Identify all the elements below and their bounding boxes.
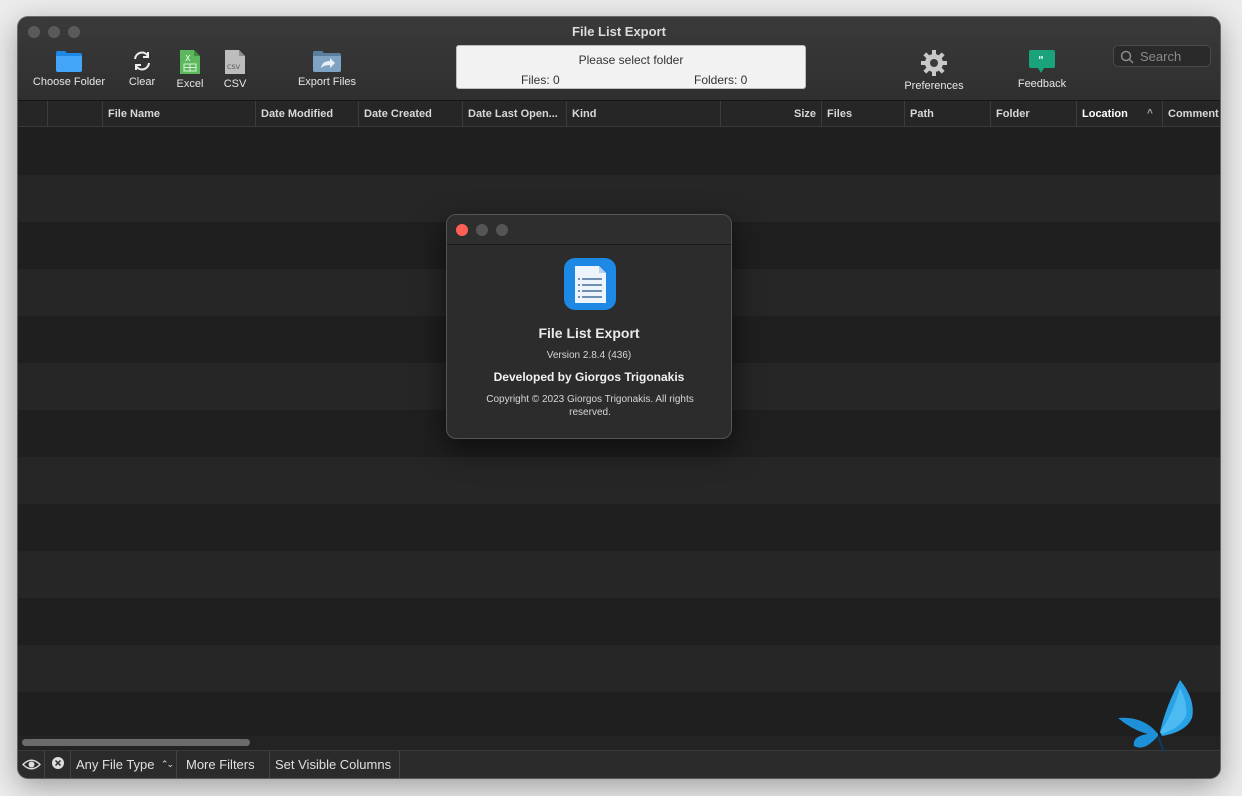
eye-icon bbox=[22, 759, 41, 770]
about-developer: Developed by Giorgos Trigonakis bbox=[493, 370, 685, 384]
folder-icon bbox=[56, 51, 82, 72]
csv-label: CSV bbox=[223, 78, 247, 90]
csv-icon-text: CSV bbox=[227, 63, 241, 71]
search-icon bbox=[1120, 50, 1134, 64]
window-title: File List Export bbox=[572, 24, 666, 39]
clear-button[interactable]: Clear bbox=[124, 49, 160, 88]
about-dialog-titlebar bbox=[447, 215, 731, 245]
more-filters-button[interactable]: More Filters bbox=[177, 751, 270, 778]
gear-icon bbox=[921, 50, 947, 76]
column-size[interactable]: Size bbox=[720, 101, 821, 127]
table-row bbox=[18, 504, 1220, 551]
table-row bbox=[18, 128, 1220, 175]
export-files-button[interactable]: Export Files bbox=[294, 49, 360, 88]
csv-button[interactable]: CSV CSV bbox=[218, 49, 252, 90]
excel-icon-text: X bbox=[185, 54, 191, 63]
column-date-modified[interactable]: Date Modified bbox=[255, 101, 358, 127]
table-row bbox=[18, 551, 1220, 598]
toolbar: File List Export Choose Folder Clear X E… bbox=[18, 17, 1220, 101]
sort-indicator-icon: ^ bbox=[1147, 108, 1153, 119]
table-row bbox=[18, 692, 1220, 739]
excel-file-icon: X bbox=[180, 50, 200, 74]
about-version: Version 2.8.4 (436) bbox=[546, 350, 632, 361]
status-message: Please select folder bbox=[578, 53, 684, 67]
close-circle-icon bbox=[52, 757, 64, 769]
folders-count: Folders: 0 bbox=[694, 73, 748, 87]
excel-label: Excel bbox=[176, 78, 204, 90]
about-minimize-button bbox=[476, 224, 488, 236]
column-path[interactable]: Path bbox=[904, 101, 990, 127]
preferences-label: Preferences bbox=[904, 80, 964, 92]
choose-folder-label: Choose Folder bbox=[32, 76, 106, 88]
export-files-label: Export Files bbox=[297, 76, 357, 88]
search-field[interactable]: Search bbox=[1113, 45, 1211, 67]
preferences-button[interactable]: Preferences bbox=[900, 49, 968, 92]
file-type-select[interactable]: Any File Type ⌃⌄ bbox=[71, 751, 177, 778]
filter-bar: Any File Type ⌃⌄ More Filters Set Visibl… bbox=[18, 750, 1220, 778]
column-folder[interactable]: Folder bbox=[990, 101, 1076, 127]
horizontal-scrollbar[interactable] bbox=[18, 736, 1220, 750]
refresh-icon bbox=[134, 51, 150, 71]
file-type-value: Any File Type bbox=[76, 757, 155, 772]
search-placeholder: Search bbox=[1140, 49, 1182, 64]
column-header: File Name Date Modified Date Created Dat… bbox=[18, 101, 1220, 127]
about-app-name: File List Export bbox=[538, 325, 640, 341]
set-visible-columns-button[interactable]: Set Visible Columns bbox=[270, 751, 400, 778]
column-file-name[interactable]: File Name bbox=[102, 101, 255, 127]
files-count: Files: 0 bbox=[521, 73, 560, 87]
about-copyright: Copyright © 2023 Giorgos Trigonakis. All… bbox=[486, 394, 694, 418]
app-icon bbox=[564, 258, 616, 310]
folder-export-icon bbox=[313, 51, 341, 72]
scrollbar-thumb[interactable] bbox=[22, 739, 250, 746]
chat-bubble-icon: " bbox=[1029, 50, 1055, 73]
excel-button[interactable]: X Excel bbox=[172, 49, 208, 90]
column-date-last-opened[interactable]: Date Last Open... bbox=[462, 101, 566, 127]
feedback-label: Feedback bbox=[1017, 78, 1067, 90]
butterfly-icon bbox=[1118, 680, 1193, 753]
status-panel: Please select folder Files: 0 Folders: 0 bbox=[456, 45, 806, 89]
feedback-button[interactable]: " Feedback bbox=[1014, 49, 1070, 90]
about-zoom-button bbox=[496, 224, 508, 236]
feedback-icon-text: " bbox=[1038, 54, 1044, 67]
csv-file-icon: CSV bbox=[225, 50, 245, 74]
column-comment[interactable]: Comment bbox=[1162, 101, 1220, 127]
about-dialog: File List Export Version 2.8.4 (436) Dev… bbox=[446, 214, 732, 439]
column-checkbox[interactable] bbox=[47, 101, 102, 127]
column-location-label: Location bbox=[1082, 108, 1128, 120]
chevron-updown-icon: ⌃⌄ bbox=[160, 759, 174, 769]
table-row bbox=[18, 645, 1220, 692]
column-files[interactable]: Files bbox=[821, 101, 904, 127]
clear-label: Clear bbox=[128, 76, 156, 88]
column-kind[interactable]: Kind bbox=[566, 101, 720, 127]
column-location[interactable]: Location ^ bbox=[1076, 101, 1162, 127]
table-row bbox=[18, 457, 1220, 504]
choose-folder-button[interactable]: Choose Folder bbox=[30, 49, 108, 88]
about-close-button[interactable] bbox=[456, 224, 468, 236]
table-row bbox=[18, 598, 1220, 645]
column-date-created[interactable]: Date Created bbox=[358, 101, 462, 127]
visibility-toggle[interactable] bbox=[18, 751, 45, 778]
clear-filter-button[interactable] bbox=[45, 751, 71, 778]
